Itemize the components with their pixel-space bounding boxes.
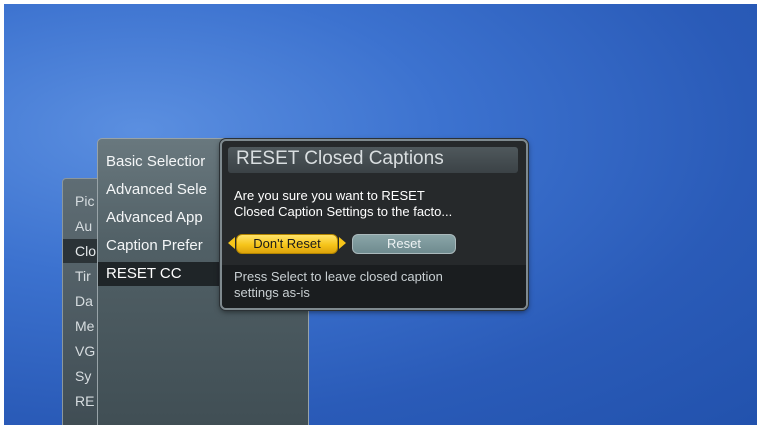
menu-item-timer[interactable]: Tir: [75, 264, 91, 288]
dont-reset-button[interactable]: Don't Reset: [236, 234, 338, 254]
dialog-title: RESET Closed Captions: [236, 148, 444, 169]
dialog-help-text: Press Select to leave closed caption set…: [234, 269, 443, 301]
menu-item-vga[interactable]: VG: [75, 339, 95, 363]
cc-item-caption-preferences[interactable]: Caption Prefer: [106, 234, 203, 258]
help-line1: Press Select to leave closed caption: [234, 269, 443, 284]
dialog-message-line2: Closed Caption Settings to the facto...: [234, 204, 453, 219]
tv-screen: Pic Au Clo Tir Da Me VG Sy RE Basic Sele…: [4, 4, 757, 425]
dialog-message: Are you sure you want to RESET Closed Ca…: [234, 188, 518, 220]
chevron-left-icon: [228, 237, 235, 249]
cc-item-basic-selection[interactable]: Basic Selectior: [106, 150, 205, 174]
reset-confirm-dialog: RESET Closed Captions Are you sure you w…: [220, 139, 528, 310]
dialog-titlebar: RESET Closed Captions: [228, 147, 518, 173]
help-line2: settings as-is: [234, 285, 310, 300]
menu-item-date[interactable]: Da: [75, 289, 93, 313]
dialog-help-area: Press Select to leave closed caption set…: [222, 265, 526, 308]
dialog-message-line1: Are you sure you want to RESET: [234, 188, 425, 203]
menu-item-picture[interactable]: Pic: [75, 189, 94, 213]
menu-item-reset[interactable]: RE: [75, 389, 94, 413]
cc-item-advanced-appearance[interactable]: Advanced App: [106, 206, 203, 230]
menu-item-menu[interactable]: Me: [75, 314, 94, 338]
cc-item-advanced-selection[interactable]: Advanced Sele: [106, 178, 207, 202]
chevron-right-icon: [339, 237, 346, 249]
reset-button[interactable]: Reset: [352, 234, 456, 254]
menu-item-system[interactable]: Sy: [75, 364, 91, 388]
menu-item-audio[interactable]: Au: [75, 214, 92, 238]
